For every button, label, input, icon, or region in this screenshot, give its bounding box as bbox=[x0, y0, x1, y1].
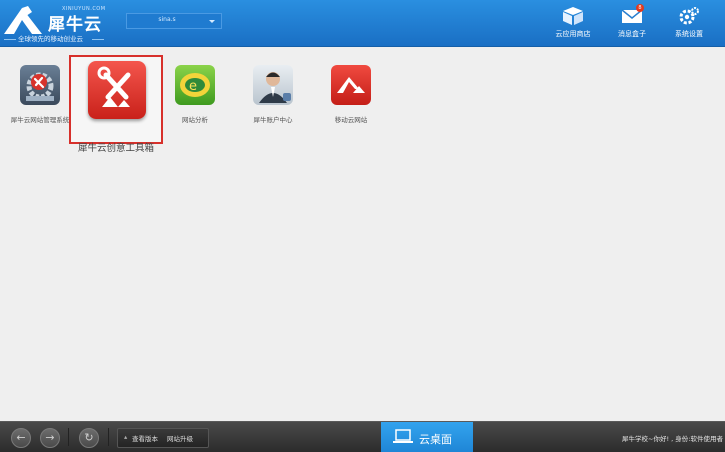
back-button[interactable]: ← bbox=[11, 428, 31, 448]
app-creative-toolbox[interactable]: 犀牛云创意工具箱 bbox=[76, 57, 156, 154]
taskbar-tools: ▴ 查看版本 网站升级 bbox=[117, 428, 209, 448]
svg-text:e: e bbox=[189, 79, 197, 94]
desktop-area: 犀牛云网站管理系统 犀牛云创意工具箱 e 网站分析 犀牛账户中心 移动云网站 bbox=[0, 47, 725, 421]
app-site-manager[interactable]: 犀牛云网站管理系统 bbox=[0, 65, 80, 155]
refresh-icon: ↻ bbox=[84, 431, 94, 444]
message-badge: 8 bbox=[636, 4, 644, 12]
taskbar: ← → ↻ ▴ 查看版本 网站升级 云桌面 犀牛学校~你好! , 身份:软件使用… bbox=[0, 421, 725, 452]
site-upgrade-link[interactable]: 网站升级 bbox=[167, 433, 193, 443]
site-manager-icon bbox=[20, 65, 60, 105]
forward-button[interactable]: → bbox=[40, 428, 60, 448]
app-store-label: 云应用商店 bbox=[555, 30, 591, 38]
taskbar-divider bbox=[68, 428, 69, 446]
cube-icon bbox=[563, 7, 583, 25]
arrow-right-icon: → bbox=[45, 431, 55, 444]
app-store-button[interactable]: 云应用商店 bbox=[549, 4, 597, 42]
workspace-select[interactable]: sina.s bbox=[126, 13, 222, 29]
logo-slogan: 全球领先的移动创业云 bbox=[18, 35, 83, 43]
analytics-icon: e bbox=[175, 65, 215, 105]
app-name: 移动云网站 bbox=[334, 116, 368, 124]
logo-text: 犀牛云 bbox=[48, 15, 102, 35]
app-mobile-site[interactable]: 移动云网站 bbox=[311, 65, 391, 155]
user-status: 犀牛学校~你好! , 身份:软件使用者 bbox=[622, 435, 723, 443]
settings-button[interactable]: 系统设置 bbox=[665, 4, 713, 42]
mobile-site-icon bbox=[331, 65, 371, 105]
app-name: 犀牛云网站管理系统 bbox=[10, 116, 70, 124]
cloud-desktop-label: 云桌面 bbox=[419, 433, 452, 446]
laptop-icon bbox=[393, 429, 413, 443]
gear-icon bbox=[679, 7, 699, 25]
settings-label: 系统设置 bbox=[675, 30, 703, 38]
header-bar: XINIUYUN.COM 犀牛云 全球领先的移动创业云 sina.s 云应用商店… bbox=[0, 0, 725, 47]
account-center-icon bbox=[253, 65, 293, 105]
app-account-center[interactable]: 犀牛账户中心 bbox=[233, 65, 313, 155]
message-box-label: 消息盒子 bbox=[618, 30, 646, 38]
slogan-line-right bbox=[92, 39, 104, 40]
message-box-button[interactable]: 8 消息盒子 bbox=[608, 4, 656, 42]
slogan-line-left bbox=[4, 39, 16, 40]
chevron-down-icon bbox=[209, 20, 215, 23]
cloud-desktop-button[interactable]: 云桌面 bbox=[381, 422, 473, 452]
logo[interactable]: XINIUYUN.COM 犀牛云 全球领先的移动创业云 bbox=[2, 4, 122, 44]
workspace-value: sina.s bbox=[158, 16, 176, 23]
app-name: 犀牛账户中心 bbox=[253, 116, 293, 124]
taskbar-divider bbox=[108, 428, 109, 446]
app-analytics[interactable]: e 网站分析 bbox=[155, 65, 235, 155]
toolbox-icon bbox=[88, 61, 146, 119]
refresh-button[interactable]: ↻ bbox=[79, 428, 99, 448]
app-name: 网站分析 bbox=[182, 116, 208, 124]
caret-up-icon: ▴ bbox=[124, 433, 128, 441]
view-version-link[interactable]: 查看版本 bbox=[132, 433, 158, 443]
arrow-left-icon: ← bbox=[16, 431, 26, 444]
app-name: 犀牛云创意工具箱 bbox=[77, 143, 154, 154]
